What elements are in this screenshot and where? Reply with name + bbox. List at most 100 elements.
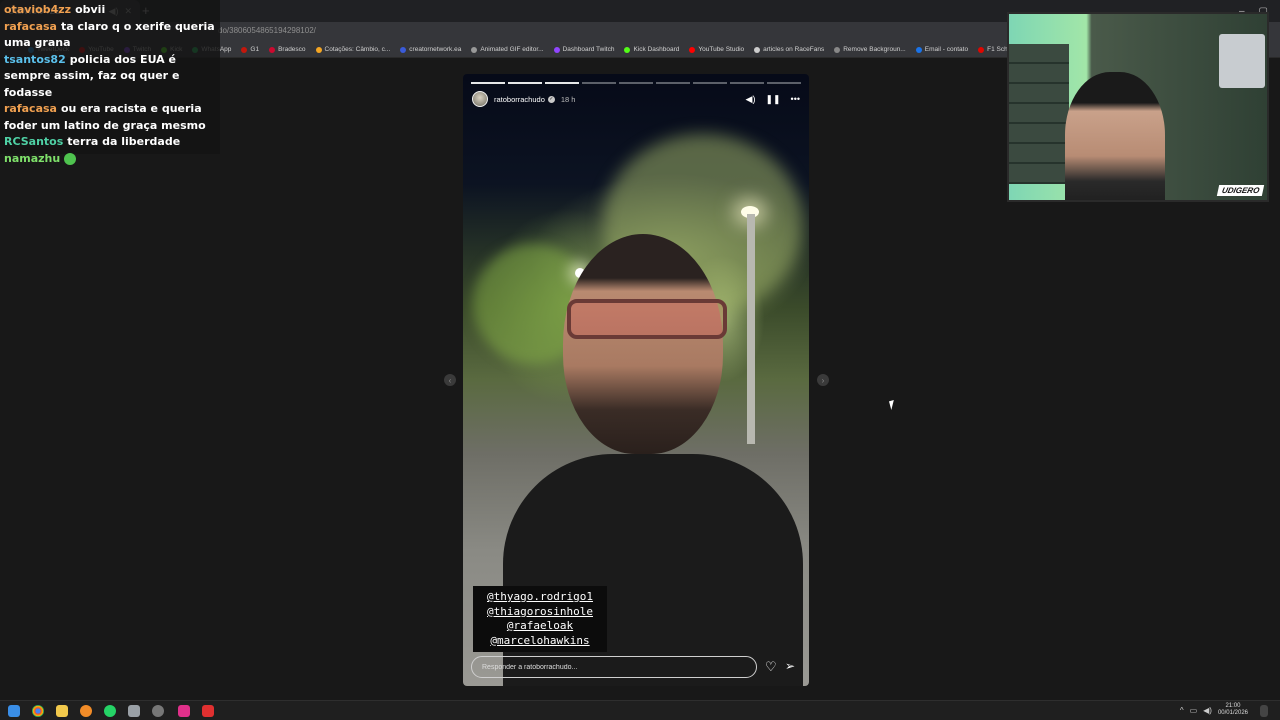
bookmark-icon: [471, 46, 478, 53]
chat-emote-icon: [64, 152, 77, 165]
story-progress-segment: [582, 82, 616, 84]
bookmark-icon: [269, 46, 276, 53]
mentions-sticker: @thyago.rodrigo1 @thiagorosinhole @rafaelo…: [473, 586, 607, 652]
story-progress-segment: [471, 82, 505, 84]
reply-input[interactable]: [471, 656, 757, 678]
bookmark-label: Email - contato: [924, 46, 969, 53]
whatsapp-icon[interactable]: [104, 705, 116, 717]
bookmark-label: Remove Backgroun...: [843, 46, 906, 53]
chevron-up-icon[interactable]: ^: [1180, 706, 1184, 715]
bookmark-item[interactable]: Animated GIF editor...: [471, 46, 544, 53]
mention-tag[interactable]: @rafaeloak: [473, 619, 607, 634]
story-progress-segment: [545, 82, 579, 84]
screen: otaviob4zz ◀) ✕ + – ▢ do/380605486519429…: [0, 0, 1280, 720]
bookmark-icon: [241, 46, 248, 53]
bookmark-icon: [915, 46, 922, 53]
chat-username[interactable]: namazhu: [4, 152, 60, 165]
streamer: [1065, 72, 1165, 200]
lamp-post: [747, 214, 755, 444]
bookmark-label: Kick Dashboard: [633, 46, 680, 53]
story-progress-segment: [730, 82, 764, 84]
app-icon[interactable]: [128, 705, 140, 717]
volume-icon[interactable]: ◀): [746, 94, 756, 105]
bookmark-label: YouTube Studio: [698, 46, 745, 53]
bookmark-icon: [754, 46, 761, 53]
bookmark-item[interactable]: Cotações: Câmbio, c...: [315, 46, 391, 53]
webcam-overlay: UDIGERO: [1007, 12, 1269, 202]
app-icon[interactable]: [80, 705, 92, 717]
story-progress-segment: [508, 82, 542, 84]
story-progress-segment: [656, 82, 690, 84]
person-head: [563, 234, 723, 454]
chat-message: tsantos82 policia dos EUA é sempre assim,…: [4, 52, 216, 102]
bookmark-item[interactable]: creatornetwork.ea: [400, 46, 461, 53]
chat-message: rafacasa ou era racista e queria foder um…: [4, 101, 216, 134]
bookmark-item[interactable]: Email - contato: [915, 46, 969, 53]
bookmark-icon: [400, 46, 407, 53]
like-heart-icon[interactable]: ♡: [765, 659, 777, 675]
bookmark-label: creatornetwork.ea: [409, 46, 462, 53]
bookmark-item[interactable]: G1: [241, 46, 259, 53]
pause-icon[interactable]: ❚❚: [765, 94, 780, 105]
chat-username[interactable]: RCSantos: [4, 135, 63, 148]
bookmark-item[interactable]: articles on RaceFans: [754, 46, 824, 53]
story-controls: ◀) ❚❚ •••: [746, 94, 800, 105]
app-icon[interactable]: [202, 705, 214, 717]
file-explorer-icon[interactable]: [56, 705, 68, 717]
chat-username[interactable]: rafacasa: [4, 20, 57, 33]
stream-chat-overlay: otaviob4zz obvii rafacasa ta claro q o xeri…: [0, 0, 220, 165]
bookmark-icon: [978, 46, 985, 53]
webcam-logo: UDIGERO: [1216, 185, 1265, 196]
windows-start-icon[interactable]: [8, 705, 20, 717]
bookmark-label: Animated GIF editor...: [480, 46, 544, 53]
avatar[interactable]: [472, 91, 488, 107]
chat-username[interactable]: otaviob4zz: [4, 3, 71, 16]
chrome-icon[interactable]: [32, 705, 44, 717]
volume-icon[interactable]: ◀): [1203, 706, 1212, 715]
story-progress-segment: [693, 82, 727, 84]
mention-tag[interactable]: @thyago.rodrigo1: [473, 590, 607, 605]
next-story-arrow-icon[interactable]: ›: [817, 374, 829, 386]
background-monitor: [1219, 34, 1265, 88]
chat-message: RCSantos terra da liberdade: [4, 134, 216, 151]
send-icon[interactable]: ➢: [785, 659, 795, 673]
chat-text: terra da liberdade: [67, 135, 181, 148]
mouse-cursor-icon: [888, 398, 901, 411]
chat-text: obvii: [75, 3, 106, 16]
url-text: do/3806054865194298102/: [218, 26, 316, 35]
verified-badge-icon: ✓: [547, 95, 555, 103]
system-tray: ^ ▭ ◀) 21:00 00/01/2026: [1180, 703, 1248, 717]
bookmark-item[interactable]: YouTube Studio: [689, 46, 744, 53]
clock-time: 21:00: [1225, 703, 1241, 709]
network-icon[interactable]: ▭: [1190, 706, 1198, 715]
bookshelf: [1009, 44, 1069, 184]
chat-message: namazhu: [4, 151, 216, 168]
story-header: ratoborrachudo ✓ 18 h ◀) ❚❚ •••: [472, 90, 800, 108]
glasses: [567, 299, 727, 339]
bookmark-label: Cotações: Câmbio, c...: [324, 46, 391, 53]
clock-date: 00/01/2026: [1217, 710, 1248, 716]
chat-message: otaviob4zz obvii: [4, 2, 216, 19]
bookmark-label: Bradesco: [278, 46, 306, 53]
notifications-icon[interactable]: [1260, 705, 1268, 717]
app-icon[interactable]: [178, 705, 190, 717]
bookmark-icon: [689, 46, 696, 53]
chat-username[interactable]: tsantos82: [4, 53, 66, 66]
bookmark-item[interactable]: Kick Dashboard: [624, 46, 679, 53]
bookmark-item[interactable]: Dashboard Twitch: [553, 46, 614, 53]
bookmark-item[interactable]: Bradesco: [269, 46, 306, 53]
bookmark-item[interactable]: Remove Backgroun...: [834, 46, 906, 53]
app-icon[interactable]: [152, 705, 164, 717]
bookmark-icon: [315, 46, 322, 53]
clock[interactable]: 21:00 00/01/2026: [1218, 703, 1248, 717]
chat-message: rafacasa ta claro q o xerife queria uma g…: [4, 19, 216, 52]
mention-tag[interactable]: @thiagorosinhole: [473, 605, 607, 620]
more-options-icon[interactable]: •••: [791, 94, 800, 104]
bookmark-label: articles on RaceFans: [763, 46, 825, 53]
chat-username[interactable]: rafacasa: [4, 102, 57, 115]
story-username[interactable]: ratoborrachudo: [494, 95, 545, 104]
mention-tag[interactable]: @marcelohawkins: [473, 634, 607, 649]
story-card[interactable]: ratoborrachudo ✓ 18 h ◀) ❚❚ ••• @thyago.…: [463, 74, 809, 686]
story-time: 18 h: [560, 94, 576, 104]
previous-story-arrow-icon[interactable]: ‹: [444, 374, 456, 386]
